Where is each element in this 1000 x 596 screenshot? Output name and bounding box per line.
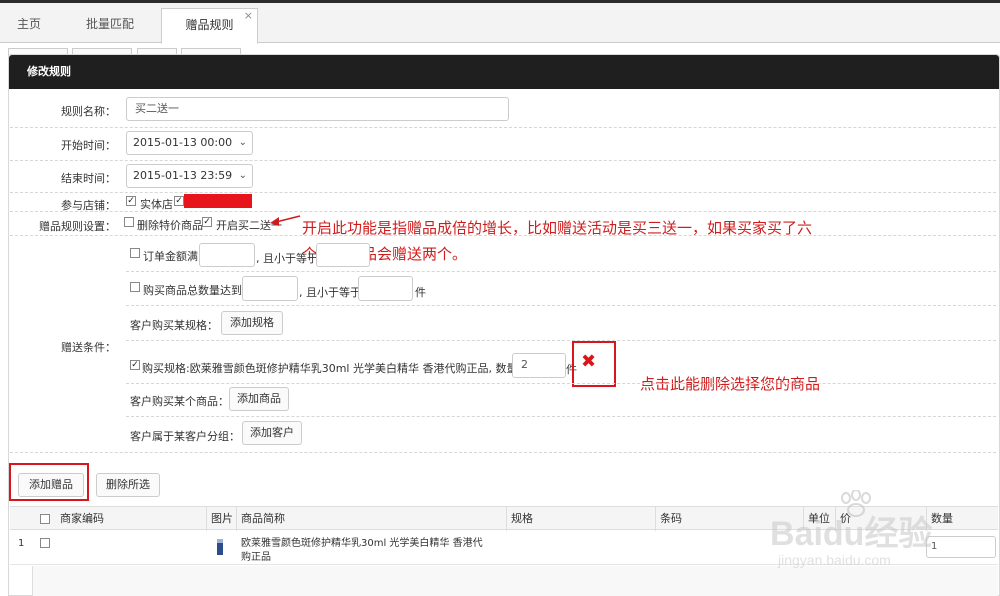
row-divider [10,452,996,453]
settings-label: 赠品规则设置： [39,220,116,233]
product-name-line-2: 购正品 [241,552,271,563]
close-icon[interactable]: × [244,10,253,22]
qty-unit: 件 [415,286,426,299]
group-label: 客户属于某客户分组： [130,430,240,443]
rule-name-input[interactable]: 买二送一 [126,97,509,121]
order-amount-max-label: , 且小于等于 [256,252,318,265]
redacted-store-name [184,194,252,208]
exclude-special-checkbox[interactable] [124,217,134,227]
order-amount-min-input[interactable] [199,243,255,267]
tab-home[interactable]: 主页 [0,8,58,43]
end-time-label: 结束时间： [61,172,116,185]
add-product-button[interactable]: 添加商品 [229,387,289,411]
tab-gift-rules[interactable]: 赠品规则 × [161,8,258,44]
delete-selected-button[interactable]: 删除所选 [96,473,160,497]
total-qty-max-input[interactable] [358,276,413,301]
column-header: 规格 [506,507,655,531]
chevron-down-icon: ⌄ [238,137,247,148]
add-gift-button[interactable]: 添加赠品 [18,473,84,497]
order-amount-max-input[interactable] [316,243,370,267]
panel-title: 修改规则 [9,55,999,89]
row-divider [10,127,996,128]
total-qty-checkbox[interactable] [130,282,140,292]
total-qty-min-input[interactable] [242,276,298,301]
row-divider [10,192,996,193]
delete-x-icon[interactable]: ✖ [581,350,596,374]
product-thumbnail [217,539,223,555]
order-amount-label: 订单金额满 [143,250,198,263]
tab-batch-match[interactable]: 批量匹配 [70,8,150,43]
add-spec-button[interactable]: 添加规格 [221,311,283,335]
conditions-label: 赠送条件： [61,341,116,354]
column-header: 图片 [206,507,236,531]
add-customer-button[interactable]: 添加客户 [242,421,302,445]
column-header: 商品简称 [236,507,506,531]
row-index: 1 [18,538,25,549]
rule-name-label: 规则名称： [61,105,116,118]
row-divider [10,211,996,212]
store-physical-label: 实体店 [140,198,173,211]
start-time-label: 开始时间： [61,139,116,152]
spec-selected-label: 购买规格:欧莱雅雪颜色斑修护精华乳30ml 光学美白精华 香港代购正品, 数量达 [142,362,529,375]
row-divider [126,416,996,417]
row-divider [10,235,996,236]
column-header: 商家编码 [60,512,104,525]
tab-bar: 主页 批量匹配 赠品规则 × [0,3,1000,44]
product-label: 客户购买某个商品： [130,395,229,408]
select-all-checkbox[interactable] [40,514,50,524]
watermark-url: jingyan.baidu.com [778,552,891,568]
total-qty-label: 购买商品总数量达到 [143,284,242,297]
exclude-special-label: 删除特价商品 [137,219,203,232]
row-divider [126,383,996,384]
spec-selected-checkbox[interactable]: ✓ [130,360,140,370]
baidu-watermark: Baidu经验 jingyan.baidu.com [770,490,995,580]
arrow-icon [270,215,301,226]
order-amount-checkbox[interactable] [130,248,140,258]
row-divider [126,305,996,306]
row-divider [10,160,996,161]
watermark-brand: Baidu经验 [770,515,933,553]
row-checkbox[interactable] [40,538,50,548]
chevron-down-icon: ⌄ [238,170,247,181]
row-divider [126,271,996,272]
store-online-checkbox[interactable]: ✓ [174,196,184,206]
row-divider [126,340,996,341]
spec-label: 客户购买某规格： [130,319,218,332]
product-name-line-1: 欧莱雅雪颜色斑修护精华乳30ml 光学美白精华 香港代 [241,538,483,549]
start-time-select[interactable]: 2015-01-13 00:00 ⌄ [126,131,253,155]
end-time-select[interactable]: 2015-01-13 23:59 ⌄ [126,164,253,188]
enable-multiple-checkbox[interactable]: ✓ [202,217,212,227]
store-physical-checkbox[interactable]: ✓ [126,196,136,206]
total-qty-max-label: , 且小于等于 [299,286,361,299]
spec-qty-input[interactable]: 2 [512,353,566,378]
